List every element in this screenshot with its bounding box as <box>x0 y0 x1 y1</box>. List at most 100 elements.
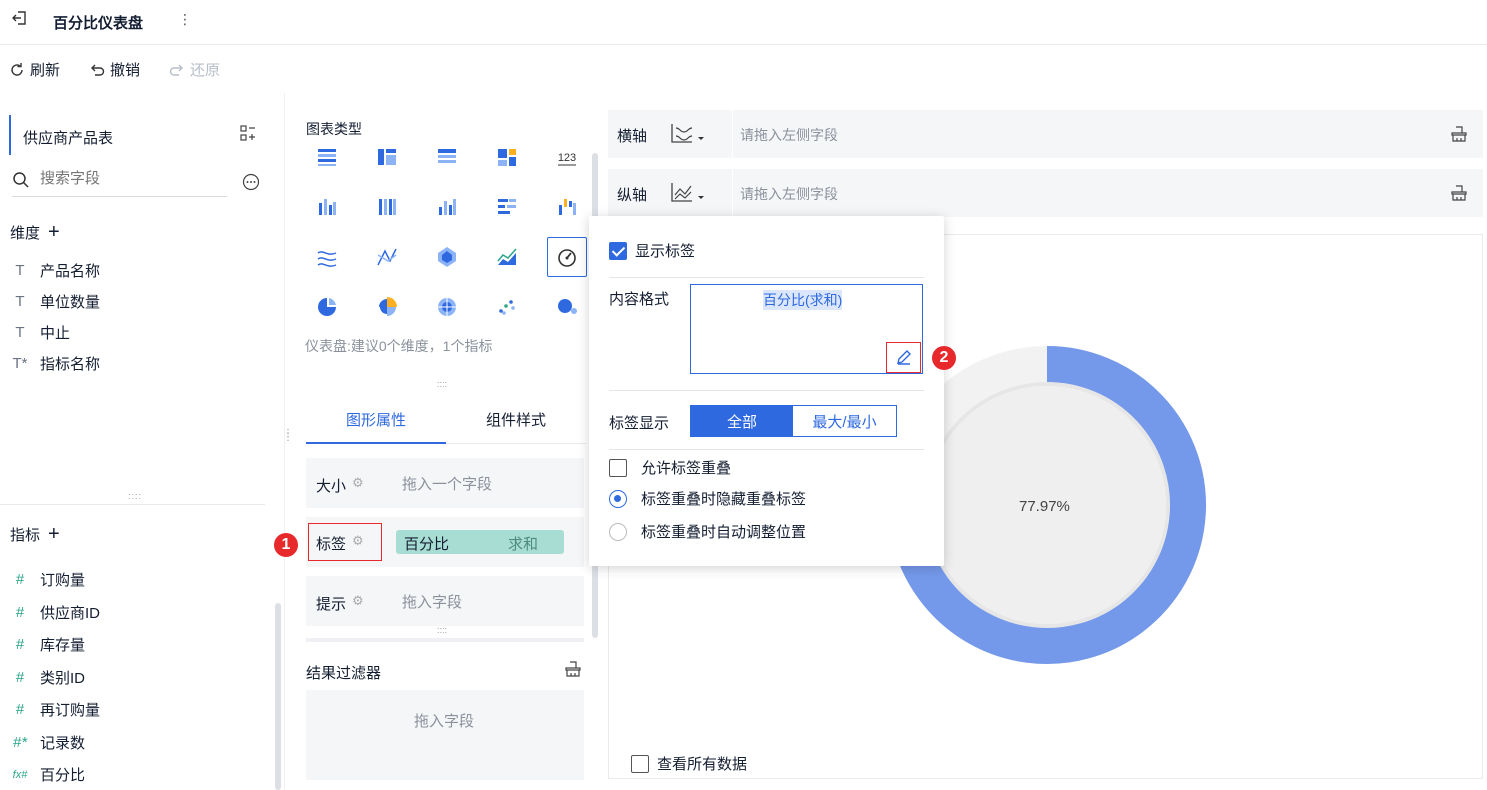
dataset-name: 供应商产品表 <box>23 130 114 147</box>
view-all-checkbox[interactable] <box>631 754 649 773</box>
label-label: 标签 <box>316 536 347 553</box>
more-options-icon[interactable] <box>242 173 260 194</box>
tab-graph-attrs[interactable]: 图形属性 <box>306 396 446 444</box>
section-handle[interactable]: :::: <box>437 379 447 389</box>
label-gear-icon[interactable]: ⚙ <box>352 533 364 549</box>
label-field-name: 百分比 <box>404 536 450 553</box>
dimension-field-label: 产品名称 <box>40 263 101 280</box>
horizontal-bar-icon[interactable] <box>493 193 521 221</box>
y-axis-divider <box>732 169 733 217</box>
dimension-field[interactable]: T 单位数量 <box>12 291 100 312</box>
rose-icon[interactable] <box>373 293 401 321</box>
column-icon[interactable] <box>433 193 461 221</box>
dimension-field[interactable]: T 中止 <box>12 322 70 343</box>
popover-divider-3 <box>609 449 924 450</box>
props-handle[interactable]: :::: <box>437 625 447 635</box>
svg-text:123: 123 <box>558 152 576 164</box>
hide-overlap-option[interactable]: 标签重叠时隐藏重叠标签 <box>609 488 806 509</box>
y-axis-row[interactable]: 纵轴 请拖入左侧字段 <box>608 169 1483 217</box>
stacked-bar-icon[interactable] <box>373 193 401 221</box>
view-all-data[interactable]: 查看所有数据 <box>631 753 747 774</box>
allow-overlap-option[interactable]: 允许标签重叠 <box>609 457 731 478</box>
step-badge-1: 1 <box>274 533 298 557</box>
y-axis-clear-icon[interactable] <box>1450 184 1468 205</box>
search-input[interactable] <box>40 170 220 187</box>
area-icon[interactable] <box>493 243 521 271</box>
radar-line-icon[interactable] <box>373 243 401 271</box>
allow-overlap-checkbox[interactable] <box>609 458 627 477</box>
cross-table-icon[interactable] <box>373 143 401 171</box>
tooltip-row[interactable]: 提示 ⚙ 拖入字段 <box>306 576 584 626</box>
number-type-icon: # <box>15 571 25 588</box>
measure-field[interactable]: fx# 百分比 <box>12 764 85 785</box>
bubble-icon[interactable] <box>553 293 581 321</box>
dimension-field[interactable]: T* 指标名称 <box>12 353 101 374</box>
size-placeholder: 拖入一个字段 <box>402 476 493 493</box>
dataset-selector[interactable]: 供应商产品表 <box>9 115 241 155</box>
measure-field[interactable]: # 类别ID <box>12 667 85 688</box>
table-icon[interactable] <box>313 143 341 171</box>
filter-drop-zone[interactable]: 拖入字段 <box>306 690 584 780</box>
more-icon[interactable]: ⋮ <box>178 11 192 28</box>
waterfall-icon[interactable] <box>553 193 581 221</box>
gauge-icon[interactable] <box>547 237 587 277</box>
undo-icon <box>91 64 105 76</box>
dimension-field[interactable]: T 产品名称 <box>12 260 100 281</box>
edit-format-icon[interactable] <box>895 348 913 369</box>
switch-dataset-icon[interactable] <box>240 125 256 144</box>
content-format-label: 内容格式 <box>609 291 670 308</box>
auto-adjust-radio[interactable] <box>609 522 627 541</box>
filter-clear-icon[interactable] <box>564 660 582 681</box>
line-icon[interactable] <box>313 243 341 271</box>
radar-icon[interactable] <box>433 243 461 271</box>
auto-adjust-option[interactable]: 标签重叠时自动调整位置 <box>609 521 806 542</box>
x-axis-type-icon[interactable] <box>670 122 704 147</box>
add-dimension-icon[interactable]: + <box>48 221 60 244</box>
add-measure-icon[interactable]: + <box>48 523 60 546</box>
number-type-icon: #* <box>12 733 28 751</box>
measure-field[interactable]: # 供应商ID <box>12 602 100 623</box>
search-box[interactable] <box>12 167 227 197</box>
undo-button[interactable]: 撤销 <box>88 59 140 80</box>
tooltip-gear-icon[interactable]: ⚙ <box>352 593 364 609</box>
label-row[interactable]: 标签 ⚙ 百分比 求和 <box>306 517 584 567</box>
show-label-option[interactable]: 显示标签 <box>609 240 695 261</box>
redo-icon <box>169 64 183 76</box>
treemap-icon[interactable] <box>493 143 521 171</box>
show-label-checkbox[interactable] <box>609 241 627 260</box>
allow-overlap-label: 允许标签重叠 <box>641 460 732 477</box>
seg-all-button[interactable]: 全部 <box>691 406 793 436</box>
tooltip-label: 提示 <box>316 596 347 613</box>
number-type-icon: # <box>15 636 25 653</box>
x-axis-label: 横轴 <box>617 128 648 145</box>
sunburst-icon[interactable] <box>433 293 461 321</box>
measure-field[interactable]: # 再订购量 <box>12 699 100 720</box>
popover-divider <box>609 277 924 278</box>
number-type-icon: # <box>15 603 25 621</box>
label-field-agg: 求和 <box>508 536 539 553</box>
measure-header: 指标 + <box>10 523 60 546</box>
refresh-button[interactable]: 刷新 <box>8 59 60 80</box>
hide-overlap-radio[interactable] <box>609 489 627 508</box>
scrollbar[interactable] <box>275 603 281 790</box>
x-axis-row[interactable]: 横轴 请拖入左侧字段 <box>608 110 1483 158</box>
measure-field[interactable]: # 库存量 <box>12 634 85 655</box>
measure-field[interactable]: # 订购量 <box>12 569 85 590</box>
size-row[interactable]: 大小 ⚙ 拖入一个字段 <box>306 458 584 508</box>
seg-minmax-button[interactable]: 最大/最小 <box>793 406 896 436</box>
kpi-icon[interactable]: 123 <box>553 143 581 171</box>
pie-icon[interactable] <box>313 293 341 321</box>
search-icon <box>13 172 29 188</box>
scatter-icon[interactable] <box>493 293 521 321</box>
detail-table-icon[interactable] <box>433 143 461 171</box>
redo-button[interactable]: 还原 <box>168 59 220 80</box>
size-gear-icon[interactable]: ⚙ <box>352 475 364 491</box>
tab-component-style[interactable]: 组件样式 <box>446 396 586 444</box>
label-field-tag[interactable]: 百分比 求和 <box>396 530 564 554</box>
exit-icon[interactable] <box>12 10 28 31</box>
x-axis-clear-icon[interactable] <box>1450 125 1468 146</box>
grouped-bar-icon[interactable] <box>313 193 341 221</box>
panel-splitter[interactable]: :::: <box>128 491 142 501</box>
measure-field[interactable]: #* 记录数 <box>12 732 85 753</box>
y-axis-type-icon[interactable] <box>670 181 704 206</box>
